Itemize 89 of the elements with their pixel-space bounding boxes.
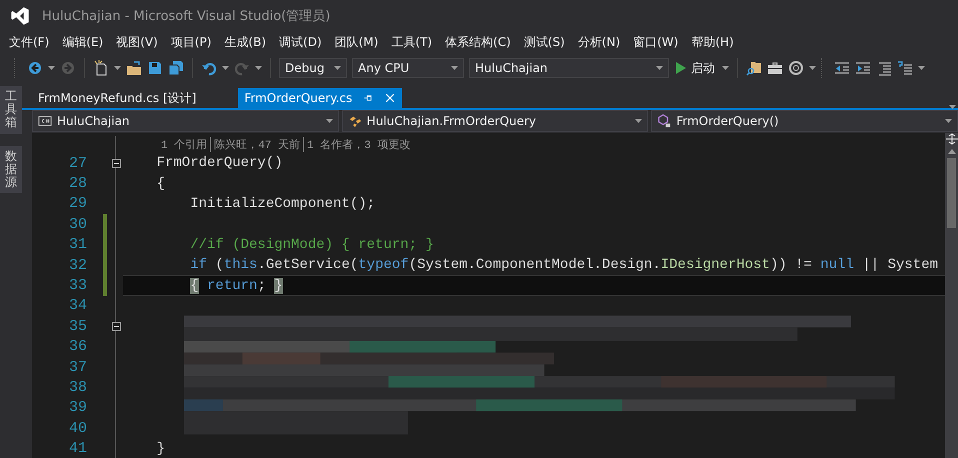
startup-project-dropdown[interactable]: HuluChajian [469, 58, 669, 78]
menu-item[interactable]: 帮助(H) [686, 34, 742, 50]
menu-item[interactable]: 体系结构(C) [440, 34, 519, 50]
member-dropdown[interactable]: FrmOrderQuery() [651, 110, 958, 132]
comment-lines-icon[interactable] [897, 60, 913, 76]
toolbox-icon[interactable] [767, 60, 783, 76]
collapse-icon[interactable] [112, 158, 120, 168]
vs-logo-icon [10, 6, 30, 26]
scroll-up-icon[interactable] [948, 149, 956, 154]
codelens-link[interactable]: 陈兴旺，47 天前 [210, 137, 304, 152]
code-line: } [156, 440, 166, 457]
line-number: 33 [68, 277, 87, 294]
menu-item[interactable]: 窗口(W) [628, 34, 686, 50]
dropdown-caret-icon[interactable] [48, 66, 55, 70]
caret-icon[interactable] [334, 66, 341, 70]
code-line: FrmOrderQuery() [156, 155, 283, 172]
gauge-icon[interactable] [788, 60, 804, 76]
type-dropdown[interactable]: HuluChajian.FrmOrderQuery [342, 110, 648, 132]
menu-item[interactable]: 视图(V) [111, 34, 166, 50]
project-dropdown[interactable]: HuluChajian [32, 110, 339, 132]
side-tab[interactable]: 工具箱 [0, 86, 22, 134]
find-in-files-icon[interactable] [746, 60, 762, 76]
menu-item[interactable]: 调试(D) [274, 34, 330, 50]
line-number: 38 [68, 378, 87, 396]
caret-icon[interactable] [451, 66, 458, 70]
caret-icon[interactable] [326, 119, 333, 123]
overflow-icon[interactable] [809, 66, 816, 70]
collapse-icon[interactable] [112, 322, 120, 331]
line-number: 39 [68, 399, 87, 416]
class-icon [348, 114, 362, 128]
method-icon [657, 114, 672, 128]
dropdown-caret-icon[interactable] [222, 66, 229, 70]
line-number: 28 [68, 175, 87, 192]
scroll-thumb[interactable] [947, 158, 956, 228]
outdent-icon[interactable] [834, 60, 850, 76]
play-icon [676, 62, 686, 74]
open-folder-icon[interactable] [126, 60, 142, 76]
csharp-icon [38, 114, 52, 128]
menu-item[interactable]: 测试(S) [518, 34, 573, 50]
overflow-icon[interactable] [918, 66, 925, 70]
line-number: 40 [68, 420, 87, 437]
codelens-link[interactable]: 1 个引用 [158, 137, 210, 152]
line-number: 37 [68, 358, 87, 376]
menu-item[interactable]: 项目(P) [166, 34, 220, 50]
code-line: //if (DesignMode) { return; } [189, 236, 434, 253]
back-icon[interactable] [27, 60, 43, 76]
caret-icon[interactable] [945, 119, 952, 123]
menu-item[interactable]: 分析(N) [572, 34, 628, 50]
save-icon[interactable] [147, 60, 163, 76]
document-tab[interactable]: FrmMoneyRefund.cs [设计] [32, 88, 202, 108]
configuration-dropdown[interactable]: Debug [279, 58, 347, 78]
line-number: 36 [68, 338, 87, 356]
code-line: { return; } [189, 278, 283, 294]
indent-icon[interactable] [855, 60, 871, 76]
line-number: 34 [68, 297, 87, 314]
menu-item[interactable]: 文件(F) [4, 34, 58, 50]
document-tab[interactable]: FrmOrderQuery.cs [238, 88, 402, 108]
caret-icon[interactable] [635, 119, 642, 123]
start-button[interactable]: 启动 [674, 60, 717, 76]
new-project-icon[interactable] [93, 60, 109, 76]
code-line: { [156, 176, 166, 192]
tab-list-icon[interactable] [949, 105, 956, 109]
line-number: 27 [68, 154, 87, 172]
line-number: 41 [68, 440, 87, 458]
menu-item[interactable]: 生成(B) [219, 34, 274, 50]
save-all-icon[interactable] [168, 60, 184, 76]
caret-icon[interactable] [656, 66, 663, 70]
menu-item[interactable]: 编辑(E) [57, 34, 112, 50]
line-number: 32 [68, 256, 87, 274]
menu-item[interactable]: 工具(T) [386, 34, 440, 50]
code-line: if (this.GetService(typeof(System.ComponentModel.Design.IDesignerHost)) != null || System [189, 257, 938, 274]
platform-dropdown[interactable]: Any CPU [352, 58, 464, 78]
line-number: 29 [68, 195, 87, 212]
split-handle-icon[interactable] [946, 133, 958, 145]
scrollbar[interactable] [945, 133, 958, 458]
line-number: 31 [68, 236, 87, 254]
codelens-link[interactable]: 1 名作者，3 项更改 [303, 137, 414, 152]
window-title: HuluChajian - Microsoft Visual Studio(管理员) [42, 8, 330, 25]
close-icon[interactable] [384, 92, 396, 104]
menu-item[interactable]: 团队(M) [330, 34, 386, 50]
dropdown-caret-icon[interactable] [255, 66, 262, 70]
undo-icon[interactable] [201, 60, 217, 76]
side-tab[interactable]: 数据源 [0, 146, 22, 194]
align-lines-icon[interactable] [876, 60, 892, 76]
code-line: InitializeComponent(); [189, 196, 376, 212]
line-number: 35 [68, 318, 87, 335]
line-number: 30 [68, 216, 87, 233]
dropdown-caret-icon[interactable] [114, 66, 121, 70]
dropdown-caret-icon[interactable] [722, 66, 729, 70]
